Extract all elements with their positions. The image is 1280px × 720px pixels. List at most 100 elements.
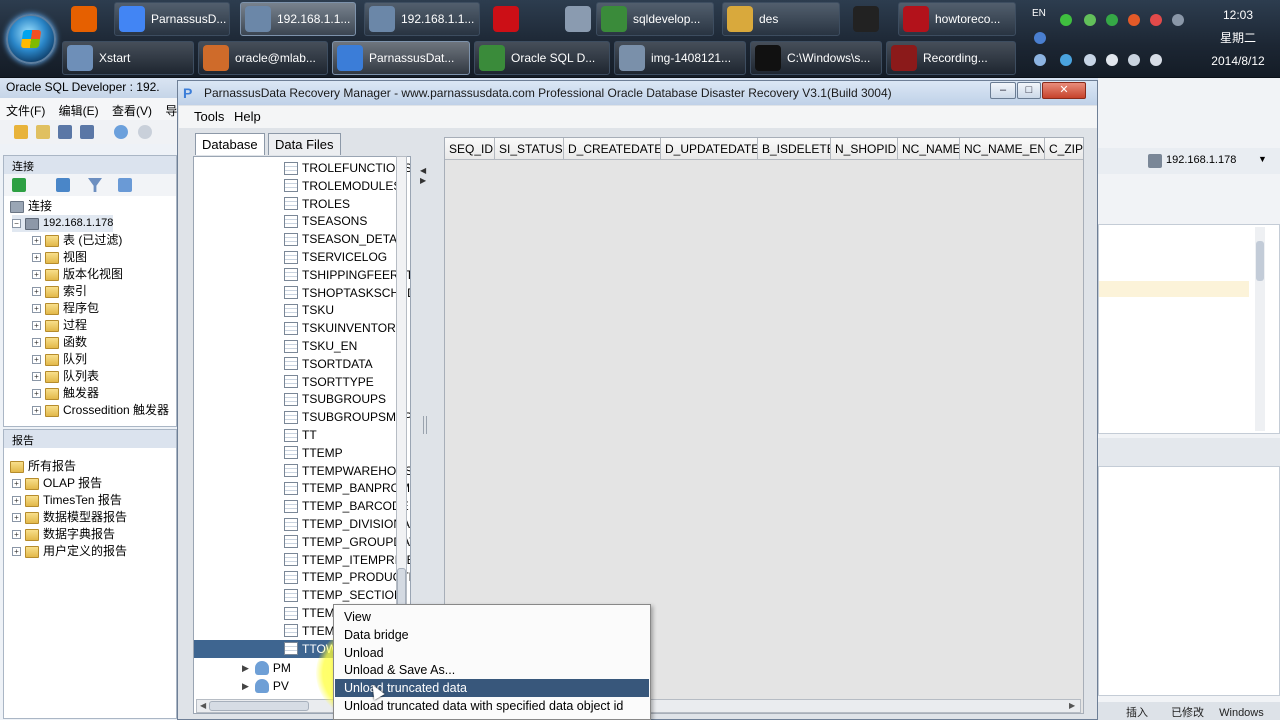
- scroll-left-icon[interactable]: ◀: [200, 701, 206, 710]
- connection-tree-item[interactable]: + 函数: [32, 334, 87, 351]
- chevron-down-icon[interactable]: ▼: [1258, 154, 1267, 164]
- taskbar-button-8[interactable]: des: [722, 2, 840, 36]
- table-node[interactable]: TTEMP_PRODUCTD: [284, 568, 410, 586]
- expand-icon[interactable]: +: [32, 304, 41, 313]
- expand-right-icon[interactable]: ▶: [420, 176, 426, 185]
- table-node[interactable]: TT: [284, 426, 410, 444]
- connection-tree-item[interactable]: + 视图: [32, 249, 87, 266]
- refresh-icon[interactable]: [56, 178, 70, 192]
- expand-icon[interactable]: +: [12, 479, 21, 488]
- add-connection-icon[interactable]: [12, 178, 26, 192]
- expand-icon[interactable]: +: [32, 389, 41, 398]
- taskbar-button-4[interactable]: 192.168.1.1...: [364, 2, 480, 36]
- expand-arrow-icon[interactable]: ▶: [242, 681, 249, 692]
- table-node[interactable]: TTEMP_BARCODE: [284, 497, 410, 515]
- reports-root[interactable]: 所有报告: [10, 458, 76, 475]
- connection-tree-item[interactable]: + 过程: [32, 317, 87, 334]
- new-icon[interactable]: [14, 125, 28, 139]
- menu-tools[interactable]: Tools: [194, 109, 224, 124]
- table-node[interactable]: TTEMP_ITEMPRICE: [284, 551, 410, 569]
- connection-tree-item[interactable]: + 索引: [32, 283, 87, 300]
- connection-tree-item[interactable]: + 触发器: [32, 385, 99, 402]
- forward-icon[interactable]: [138, 125, 152, 139]
- expand-arrow-icon[interactable]: ▶: [242, 663, 249, 674]
- open-icon[interactable]: [36, 125, 50, 139]
- taskbar-window-7[interactable]: Recording...: [886, 41, 1016, 75]
- horizontal-scrollbar-thumb[interactable]: [209, 701, 309, 711]
- expand-icon[interactable]: +: [12, 496, 21, 505]
- report-item[interactable]: + TimesTen 报告: [12, 492, 122, 509]
- check-icon[interactable]: [1084, 14, 1096, 26]
- editor-area[interactable]: [1098, 224, 1280, 434]
- tab-data-files[interactable]: Data Files: [268, 133, 341, 155]
- taskbar-button-9[interactable]: [848, 2, 888, 36]
- grid-column-header[interactable]: NC_NAME_EN: [960, 138, 1045, 160]
- table-node[interactable]: TTEMP_SECTION: [284, 586, 410, 604]
- expand-icon[interactable]: +: [32, 287, 41, 296]
- grid-column-header[interactable]: SEQ_ID: [445, 138, 495, 160]
- wifi-icon[interactable]: [1034, 54, 1046, 66]
- tree-root[interactable]: 连接: [10, 198, 52, 215]
- filter-icon[interactable]: [88, 178, 102, 192]
- connection-selector[interactable]: 192.168.1.178: [1166, 154, 1236, 166]
- minimize-button[interactable]: –: [990, 82, 1016, 99]
- table-node[interactable]: TSKU_EN: [284, 337, 410, 355]
- taskbar-window-5[interactable]: img-1408121...: [614, 41, 746, 75]
- report-item[interactable]: + 数据字典报告: [12, 526, 115, 543]
- start-button[interactable]: [6, 14, 56, 64]
- table-node[interactable]: TSHOPTASKSCHEDULE: [284, 284, 410, 302]
- taskbar-button-10[interactable]: howtoreco...: [898, 2, 1016, 36]
- menu-edit[interactable]: 编辑(E): [59, 104, 99, 118]
- tab-database[interactable]: Database: [195, 133, 265, 155]
- grid-column-header[interactable]: D_UPDATEDATE: [661, 138, 758, 160]
- table-node[interactable]: TSKUINVENTORY: [284, 319, 410, 337]
- menu-file[interactable]: 文件(F): [6, 104, 45, 118]
- sync-icon[interactable]: [1106, 14, 1118, 26]
- collapse-left-icon[interactable]: ◀: [420, 166, 426, 175]
- table-node[interactable]: TTEMP_DIVISIONA: [284, 515, 410, 533]
- context-menu-item[interactable]: Data bridge: [335, 626, 649, 644]
- language-indicator[interactable]: EN: [1032, 8, 1046, 19]
- editor-scrollbar-thumb[interactable]: [1256, 241, 1264, 281]
- menu-view[interactable]: 查看(V): [112, 104, 152, 118]
- bluetooth-icon[interactable]: [1060, 54, 1072, 66]
- clock[interactable]: 12:03 星期二 2014/8/12: [1196, 4, 1280, 74]
- table-node[interactable]: TSERVICELOG: [284, 248, 410, 266]
- connection-node[interactable]: − 192.168.1.178: [12, 215, 114, 232]
- table-node[interactable]: TSUBGROUPS: [284, 390, 410, 408]
- table-node[interactable]: TROLES: [284, 195, 410, 213]
- grid-column-header[interactable]: SI_STATUS: [495, 138, 564, 160]
- power-icon[interactable]: [1128, 54, 1140, 66]
- taskbar-window-3[interactable]: ParnassusDat...: [332, 41, 470, 75]
- grid-column-header[interactable]: N_SHOPID: [831, 138, 898, 160]
- editor-scrollbar[interactable]: [1255, 227, 1265, 431]
- table-node[interactable]: TTEMP_BANPROMO: [284, 479, 410, 497]
- splitter-grip[interactable]: [423, 416, 427, 434]
- expand-icon[interactable]: +: [32, 270, 41, 279]
- tool-tray-icon[interactable]: [1150, 14, 1162, 26]
- scroll-right-icon[interactable]: ▶: [1069, 701, 1075, 710]
- taskbar-button-6[interactable]: [560, 2, 596, 36]
- back-icon[interactable]: [114, 125, 128, 139]
- connection-tree-item[interactable]: + 表 (已过滤): [32, 232, 122, 249]
- context-menu-item[interactable]: Unload truncated data with specified dat…: [335, 697, 649, 715]
- chrome-tray-icon[interactable]: [1128, 14, 1140, 26]
- table-node[interactable]: TTEMPWAREHOUSE: [284, 462, 410, 480]
- schema-browser-icon[interactable]: [118, 178, 132, 192]
- table-node[interactable]: TSKU: [284, 301, 410, 319]
- table-node[interactable]: TSORTDATA: [284, 355, 410, 373]
- expand-icon[interactable]: +: [32, 338, 41, 347]
- table-node[interactable]: TROLEMODULES: [284, 177, 410, 195]
- table-node[interactable]: TTEMP: [284, 444, 410, 462]
- expand-icon[interactable]: +: [32, 355, 41, 364]
- table-node[interactable]: TSEASONS: [284, 212, 410, 230]
- grid-column-header[interactable]: B_ISDELETE: [758, 138, 831, 160]
- report-item[interactable]: + OLAP 报告: [12, 475, 102, 492]
- taskbar-button-5[interactable]: [488, 2, 532, 36]
- taskbar-button-3[interactable]: 192.168.1.1...: [240, 2, 356, 36]
- display-icon[interactable]: [1084, 54, 1096, 66]
- report-item[interactable]: + 用户定义的报告: [12, 543, 127, 560]
- save-all-icon[interactable]: [80, 125, 94, 139]
- grid-column-header[interactable]: NC_NAME: [898, 138, 960, 160]
- taskbar-window-1[interactable]: Xstart: [62, 41, 194, 75]
